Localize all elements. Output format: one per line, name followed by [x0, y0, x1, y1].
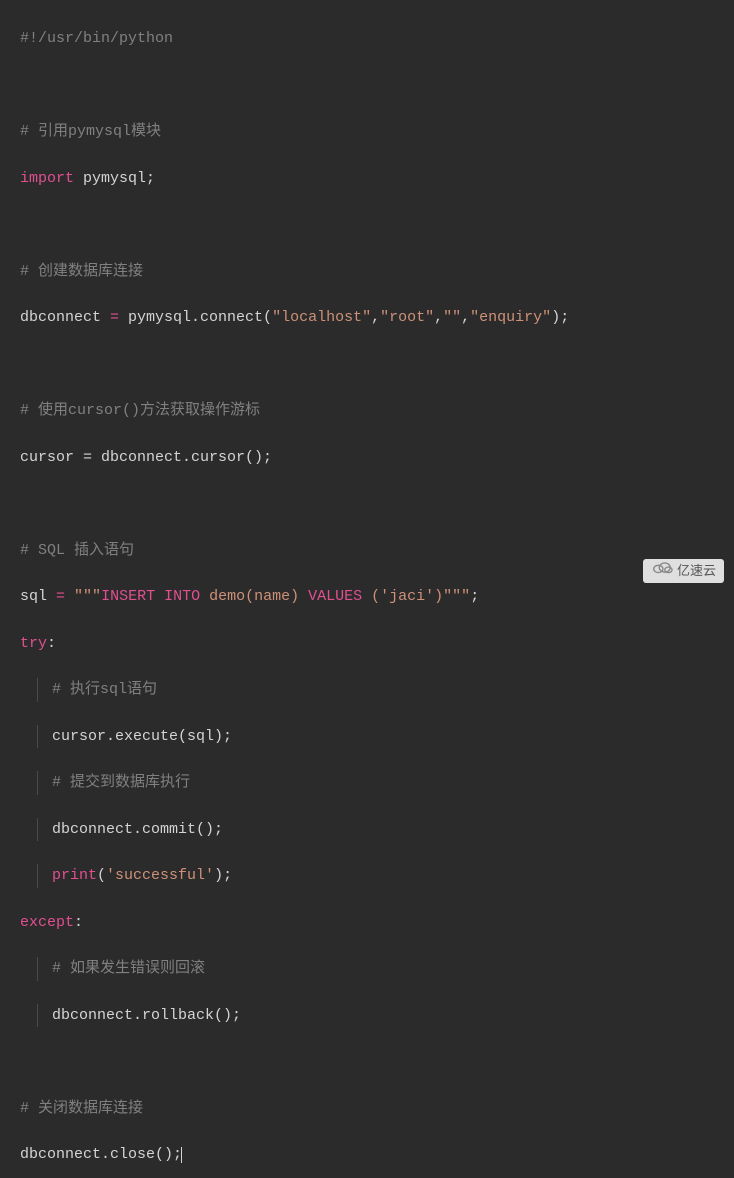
colon: : — [74, 914, 83, 931]
sql-body: ('jaci') — [362, 588, 443, 605]
sql-keyword: VALUES — [308, 588, 362, 605]
code-line: dbconnect.rollback(); — [8, 1004, 734, 1027]
comma: , — [434, 309, 443, 326]
line-end: ; — [470, 588, 479, 605]
identifier: sql — [20, 588, 56, 605]
code-line: import pymysql; — [8, 167, 734, 190]
comment: # 创建数据库连接 — [20, 263, 143, 280]
line-end: ); — [551, 309, 569, 326]
comment: # 执行sql语句 — [52, 681, 157, 698]
code-line: # 提交到数据库执行 — [8, 771, 734, 794]
paren-close: ); — [214, 867, 232, 884]
code-line: # 如果发生错误则回滚 — [8, 957, 734, 980]
comment: # 提交到数据库执行 — [52, 774, 190, 791]
sql-body: demo(name) — [200, 588, 308, 605]
code-line: except: — [8, 911, 734, 934]
string-literal: 'successful' — [106, 867, 214, 884]
code-line: try: — [8, 632, 734, 655]
statement: dbconnect.rollback(); — [52, 1007, 241, 1024]
watermark-text: 亿速云 — [677, 561, 716, 581]
comment: # SQL 插入语句 — [20, 542, 134, 559]
code-line: # 创建数据库连接 — [8, 260, 734, 283]
code-line: print('successful'); — [8, 864, 734, 887]
statement: cursor.execute(sql); — [52, 728, 232, 745]
module-name: pymysql; — [74, 170, 155, 187]
string-literal: "root" — [380, 309, 434, 326]
text-cursor — [181, 1147, 182, 1164]
cloud-icon — [651, 561, 673, 581]
operator-eq: = — [56, 588, 65, 605]
string-literal: "" — [443, 309, 461, 326]
keyword-except: except — [20, 914, 74, 931]
watermark: 亿速云 — [643, 559, 724, 583]
statement: cursor = dbconnect.cursor(); — [20, 449, 272, 466]
code-line: # SQL 插入语句 — [8, 539, 734, 562]
blank-line — [8, 353, 734, 376]
comment: # 使用cursor()方法获取操作游标 — [20, 402, 260, 419]
paren-open: ( — [97, 867, 106, 884]
string-literal: "localhost" — [272, 309, 371, 326]
builtin-print: print — [52, 867, 97, 884]
code-line: # 执行sql语句 — [8, 678, 734, 701]
code-line: dbconnect.close(); — [8, 1143, 734, 1166]
space — [155, 588, 164, 605]
colon: : — [47, 635, 56, 652]
keyword-try: try — [20, 635, 47, 652]
code-line: #!/usr/bin/python — [8, 27, 734, 50]
space — [65, 588, 74, 605]
statement: dbconnect.commit(); — [52, 821, 223, 838]
code-line: # 关闭数据库连接 — [8, 1097, 734, 1120]
shebang: #!/usr/bin/python — [20, 30, 173, 47]
code-line: dbconnect = pymysql.connect("localhost",… — [8, 306, 734, 329]
code-editor: #!/usr/bin/python # 引用pymysql模块 import p… — [0, 0, 734, 1178]
string-literal: "enquiry" — [470, 309, 551, 326]
call: pymysql.connect( — [119, 309, 272, 326]
blank-line — [8, 492, 734, 515]
blank-line — [8, 74, 734, 97]
blank-line — [8, 213, 734, 236]
sql-keyword: INTO — [164, 588, 200, 605]
identifier: dbconnect — [20, 309, 110, 326]
code-line: cursor.execute(sql); — [8, 725, 734, 748]
statement: dbconnect.close(); — [20, 1146, 182, 1163]
comment: # 如果发生错误则回滚 — [52, 960, 205, 977]
comma: , — [371, 309, 380, 326]
triple-quote: """ — [443, 588, 470, 605]
keyword-import: import — [20, 170, 74, 187]
comment: # 引用pymysql模块 — [20, 123, 161, 140]
code-line: cursor = dbconnect.cursor(); — [8, 446, 734, 469]
code-line: dbconnect.commit(); — [8, 818, 734, 841]
triple-quote: """ — [74, 588, 101, 605]
blank-line — [8, 1050, 734, 1073]
operator-eq: = — [110, 309, 119, 326]
code-line: # 使用cursor()方法获取操作游标 — [8, 399, 734, 422]
code-line: # 引用pymysql模块 — [8, 120, 734, 143]
comma: , — [461, 309, 470, 326]
comment: # 关闭数据库连接 — [20, 1100, 143, 1117]
sql-keyword: INSERT — [101, 588, 155, 605]
